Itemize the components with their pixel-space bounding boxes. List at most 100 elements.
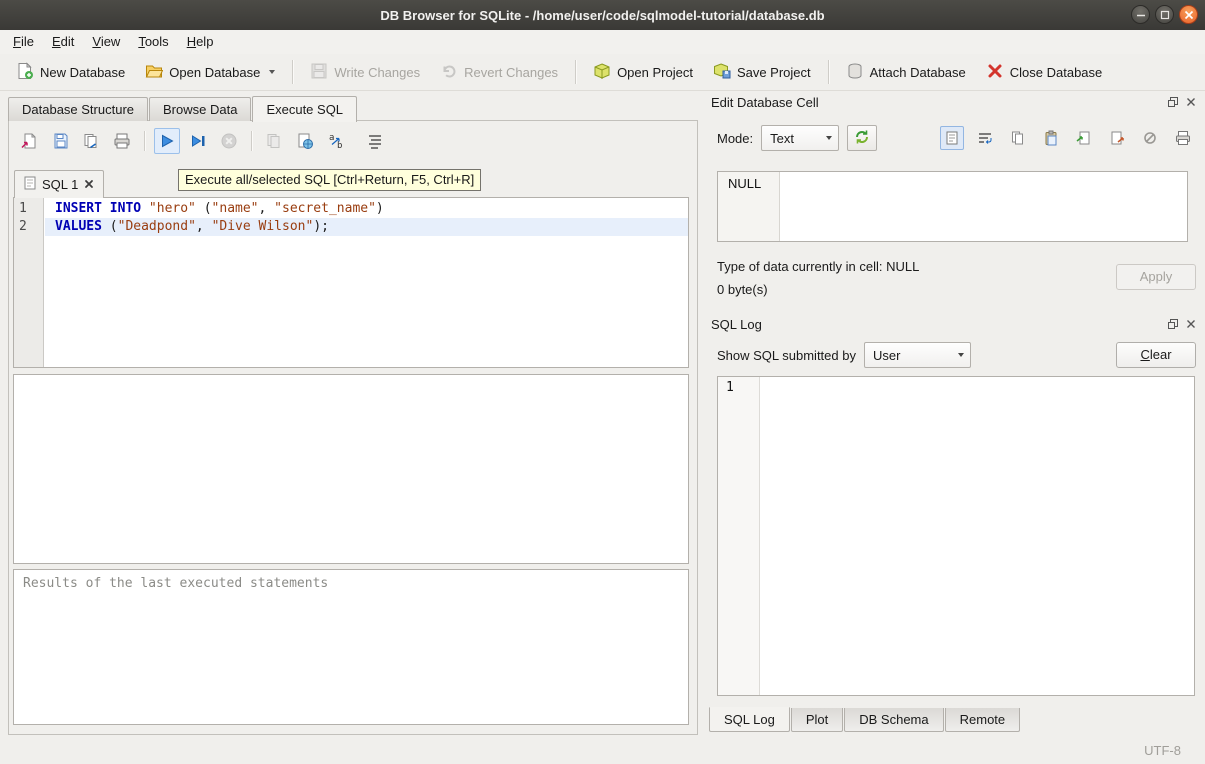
save-results-icon[interactable] bbox=[78, 128, 104, 154]
close-database-icon bbox=[986, 62, 1004, 83]
menu-view[interactable]: View bbox=[83, 30, 129, 54]
toolbar-separator bbox=[251, 131, 252, 151]
maximize-icon[interactable] bbox=[1155, 5, 1174, 24]
close-icon[interactable] bbox=[1179, 5, 1198, 24]
submitted-by-select[interactable]: User bbox=[864, 342, 971, 368]
cell-editor-area[interactable] bbox=[780, 172, 1187, 241]
cell-size-info: 0 byte(s) bbox=[717, 282, 768, 297]
attach-database-button[interactable]: Attach Database bbox=[836, 57, 976, 88]
tab-browse-data[interactable]: Browse Data bbox=[149, 97, 251, 121]
menu-edit[interactable]: Edit bbox=[43, 30, 83, 54]
sql-log-header: SQL Log bbox=[711, 315, 1198, 333]
tab-execute-sql[interactable]: Execute SQL bbox=[252, 96, 357, 122]
execute-line-icon[interactable] bbox=[185, 128, 211, 154]
attach-database-icon bbox=[846, 62, 864, 83]
sql-editor-tab[interactable]: SQL 1 bbox=[14, 170, 104, 198]
print-cell-icon[interactable] bbox=[1171, 126, 1195, 150]
tab-plot[interactable]: Plot bbox=[791, 708, 843, 732]
format-sql-icon[interactable] bbox=[362, 128, 388, 154]
toolbar-separator bbox=[575, 60, 576, 84]
execute-all-icon[interactable] bbox=[154, 128, 180, 154]
sql-editor-tab-label: SQL 1 bbox=[42, 177, 78, 192]
stop-icon bbox=[216, 128, 242, 154]
log-line-number: 1 bbox=[718, 377, 760, 695]
save-project-button[interactable]: Save Project bbox=[703, 57, 821, 88]
mode-select[interactable]: Text bbox=[761, 125, 839, 151]
print-icon[interactable] bbox=[109, 128, 135, 154]
close-database-label: Close Database bbox=[1010, 65, 1103, 80]
tooltip: Execute all/selected SQL [Ctrl+Return, F… bbox=[178, 169, 481, 191]
close-database-button[interactable]: Close Database bbox=[976, 57, 1113, 88]
revert-changes-icon bbox=[440, 62, 458, 83]
window-title: DB Browser for SQLite - /home/user/code/… bbox=[380, 8, 824, 23]
attach-database-label: Attach Database bbox=[870, 65, 966, 80]
word-wrap-icon[interactable] bbox=[973, 126, 997, 150]
paste-icon[interactable] bbox=[1039, 126, 1063, 150]
menu-file[interactable]: File bbox=[4, 30, 43, 54]
set-null-icon[interactable] bbox=[1138, 126, 1162, 150]
open-project-button[interactable]: Open Project bbox=[583, 57, 703, 88]
open-project-label: Open Project bbox=[617, 65, 693, 80]
clear-button[interactable]: Clear bbox=[1116, 342, 1196, 368]
open-database-dropdown-icon[interactable] bbox=[269, 70, 275, 74]
menu-tools[interactable]: Tools bbox=[129, 30, 177, 54]
save-project-label: Save Project bbox=[737, 65, 811, 80]
write-changes-button: Write Changes bbox=[300, 57, 430, 88]
sql-log-view: 1 bbox=[717, 376, 1195, 696]
find-replace-icon[interactable]: ab bbox=[323, 128, 349, 154]
revert-changes-button: Revert Changes bbox=[430, 57, 568, 88]
edit-cell-title: Edit Database Cell bbox=[711, 95, 819, 110]
tab-remote[interactable]: Remote bbox=[945, 708, 1021, 732]
edit-cell-icons bbox=[940, 126, 1195, 150]
submitted-by-value: User bbox=[873, 348, 900, 363]
chevron-down-icon bbox=[826, 136, 832, 140]
sql-editor[interactable]: 1 2 INSERT INTO "hero" ("name", "secret_… bbox=[13, 197, 689, 368]
revert-changes-label: Revert Changes bbox=[464, 65, 558, 80]
close-panel-icon[interactable] bbox=[1184, 95, 1198, 109]
open-project-icon bbox=[593, 62, 611, 83]
edit-cell-header: Edit Database Cell bbox=[711, 93, 1198, 111]
new-database-label: New Database bbox=[40, 65, 125, 80]
cell-value: NULL bbox=[718, 172, 780, 241]
close-panel-icon[interactable] bbox=[1184, 317, 1198, 331]
minimize-icon[interactable] bbox=[1131, 5, 1150, 24]
sql-log-filter-row: Show SQL submitted by User bbox=[717, 341, 1107, 369]
tab-sql-log[interactable]: SQL Log bbox=[709, 707, 790, 732]
auto-detect-button[interactable] bbox=[847, 125, 877, 151]
sql-log-title: SQL Log bbox=[711, 317, 762, 332]
save-project-icon bbox=[713, 62, 731, 83]
menubar: File Edit View Tools Help bbox=[0, 30, 1205, 54]
main-toolbar: New Database Open Database Write Changes… bbox=[0, 54, 1205, 91]
sql-file-icon bbox=[24, 176, 36, 193]
text-view-icon[interactable] bbox=[940, 126, 964, 150]
menu-help[interactable]: Help bbox=[178, 30, 223, 54]
open-database-button[interactable]: Open Database bbox=[135, 57, 285, 88]
svg-text:b: b bbox=[337, 141, 342, 150]
import-icon[interactable] bbox=[1072, 126, 1096, 150]
duplicate-tab-icon bbox=[261, 128, 287, 154]
float-panel-icon[interactable] bbox=[1166, 95, 1180, 109]
results-grid[interactable] bbox=[13, 374, 689, 564]
tab-db-schema[interactable]: DB Schema bbox=[844, 708, 943, 732]
tab-database-structure[interactable]: Database Structure bbox=[8, 97, 148, 121]
copy-icon[interactable] bbox=[1006, 126, 1030, 150]
find-icon[interactable] bbox=[292, 128, 318, 154]
save-sql-file-icon[interactable] bbox=[47, 128, 73, 154]
float-panel-icon[interactable] bbox=[1166, 317, 1180, 331]
toolbar-separator bbox=[144, 131, 145, 151]
svg-text:a: a bbox=[329, 133, 334, 143]
line-number-gutter: 1 2 bbox=[14, 198, 44, 367]
line-number: 2 bbox=[14, 218, 43, 236]
cell-editor[interactable]: NULL bbox=[717, 171, 1188, 242]
open-sql-file-icon[interactable] bbox=[16, 128, 42, 154]
code-line-2-current: VALUES ("Deadpond", "Dive Wilson"); bbox=[45, 218, 688, 236]
toolbar-separator bbox=[828, 60, 829, 84]
dock-tab-bar: SQL Log Plot DB Schema Remote bbox=[709, 708, 1021, 734]
cell-type-info: Type of data currently in cell: NULL bbox=[717, 259, 919, 274]
export-icon[interactable] bbox=[1105, 126, 1129, 150]
mode-select-value: Text bbox=[770, 131, 794, 146]
code-area: INSERT INTO "hero" ("name", "secret_name… bbox=[45, 198, 688, 236]
new-database-button[interactable]: New Database bbox=[6, 57, 135, 88]
close-tab-icon[interactable] bbox=[84, 177, 94, 192]
chevron-down-icon bbox=[958, 353, 964, 357]
